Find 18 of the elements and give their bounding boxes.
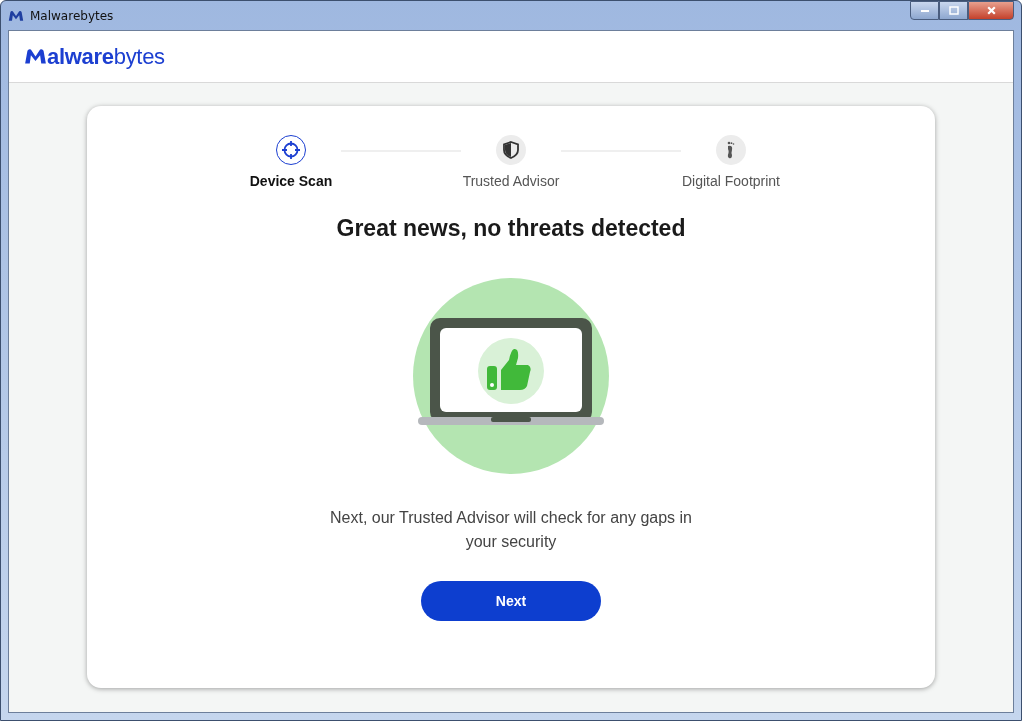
close-icon: [985, 5, 997, 16]
logo-text: alwarebytes: [47, 43, 165, 70]
minimize-icon: [920, 9, 929, 12]
step-tab[interactable]: Trusted Advisor: [446, 135, 576, 189]
step-tab[interactable]: Digital Footprint: [666, 135, 796, 189]
heading: Great news, no threats detected: [336, 215, 686, 242]
message-text: Next, our Trusted Advisor will check for any gaps in your security: [329, 508, 693, 552]
logo-icon: [8, 8, 24, 23]
maximize-button[interactable]: [939, 1, 968, 20]
window-title: Malwarebytes: [30, 8, 114, 23]
maximize-icon: [948, 5, 959, 16]
crosshair-icon: [281, 140, 301, 160]
minimize-button[interactable]: [910, 1, 939, 20]
close-button[interactable]: [968, 1, 1014, 20]
step-tab[interactable]: Device Scan: [226, 135, 356, 189]
next-button[interactable]: Next: [421, 581, 601, 621]
shield-icon: [501, 140, 521, 160]
logo-icon: [24, 47, 47, 66]
